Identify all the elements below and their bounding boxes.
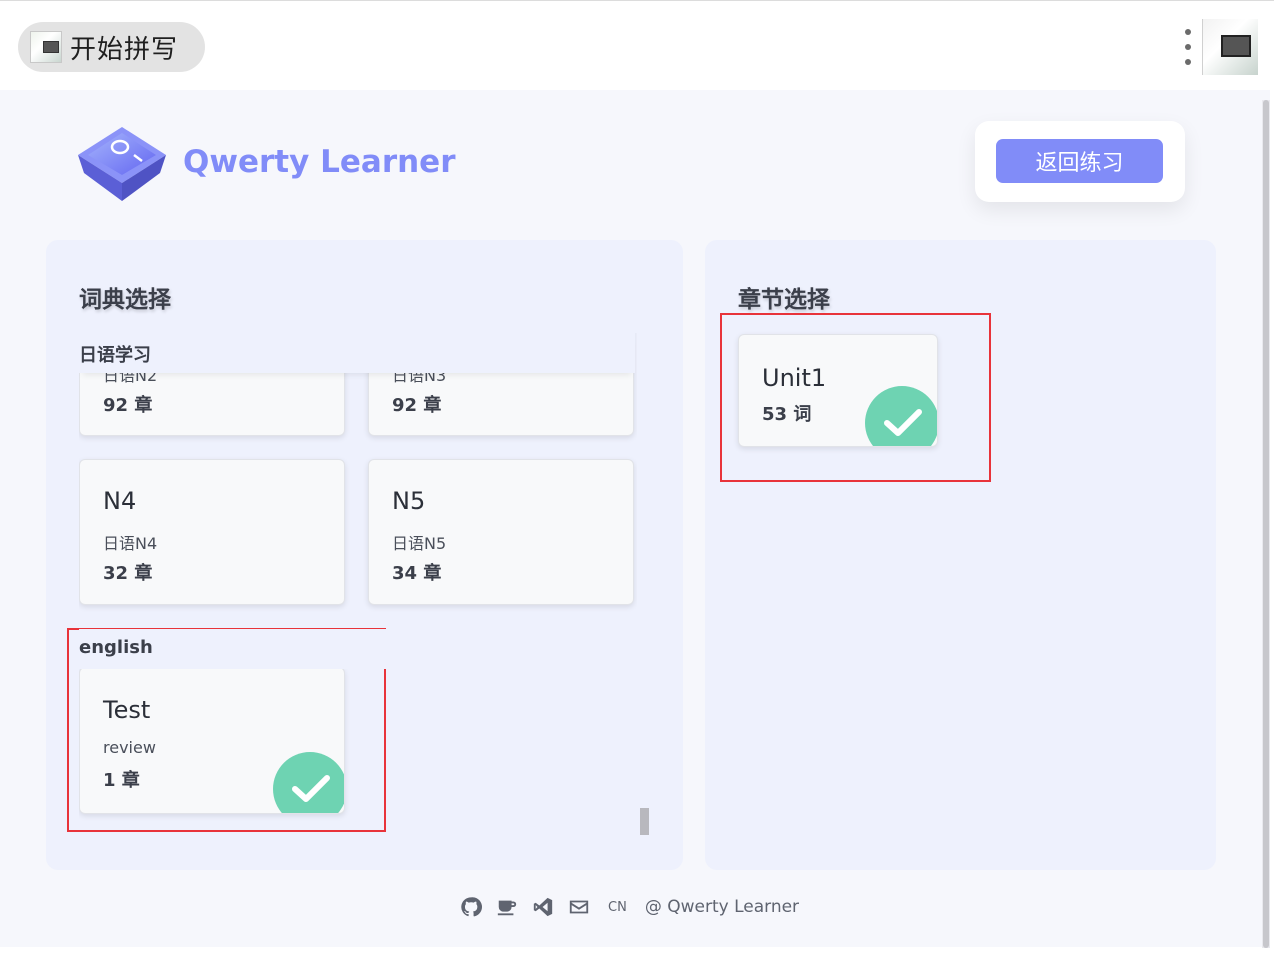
dict-card-name: N4 bbox=[103, 487, 137, 515]
github-icon[interactable] bbox=[460, 896, 482, 918]
group-heading-english: english bbox=[79, 629, 635, 669]
footer-credit[interactable]: @ Qwerty Learner bbox=[645, 897, 799, 917]
selected-check-icon bbox=[865, 386, 937, 446]
chapter-title: 章节选择 bbox=[738, 287, 830, 313]
back-to-practice-button[interactable]: 返回练习 bbox=[996, 139, 1163, 183]
chapter-card-name: Unit1 bbox=[762, 364, 827, 392]
dictionary-panel: 词典选择 日语学习 N2 日语N2 92 章 N3 日语N3 92 章 N4 日… bbox=[46, 240, 683, 870]
chapter-card-unit1[interactable]: Unit1 53 词 bbox=[738, 334, 938, 447]
brand-name: Qwerty Learner bbox=[183, 144, 456, 180]
top-app-bar: 开始拼写 bbox=[0, 0, 1274, 90]
dict-card-desc: 日语N4 bbox=[103, 534, 158, 553]
back-card: 返回练习 bbox=[975, 121, 1185, 202]
dict-card-test[interactable]: Test review 1 章 bbox=[79, 667, 345, 814]
dict-card-n5[interactable]: N5 日语N5 34 章 bbox=[368, 459, 634, 605]
app-tab[interactable]: 开始拼写 bbox=[18, 22, 205, 72]
dict-card-n4[interactable]: N4 日语N4 32 章 bbox=[79, 459, 345, 605]
dict-card-name: N5 bbox=[392, 487, 426, 515]
dictionary-scrollbar[interactable] bbox=[640, 808, 649, 835]
avatar[interactable] bbox=[1202, 19, 1258, 75]
dictionary-title: 词典选择 bbox=[79, 287, 171, 313]
app-thumbnail-icon bbox=[30, 31, 62, 63]
dict-card-count: 34 章 bbox=[392, 563, 442, 584]
dict-card-count: 92 章 bbox=[392, 395, 442, 416]
dict-card-desc: review bbox=[103, 738, 156, 757]
coffee-icon[interactable] bbox=[496, 896, 518, 918]
keycap-logo-icon bbox=[78, 127, 166, 201]
page-scrollbar[interactable] bbox=[1262, 100, 1270, 948]
language-switch[interactable]: CN bbox=[608, 900, 627, 915]
more-options-icon[interactable] bbox=[1180, 29, 1196, 65]
dict-card-count: 1 章 bbox=[103, 770, 140, 791]
app-title: 开始拼写 bbox=[70, 34, 179, 65]
dictionary-list[interactable]: 日语学习 N2 日语N2 92 章 N3 日语N3 92 章 N4 日语N4 3… bbox=[79, 333, 637, 833]
dict-card-count: 92 章 bbox=[103, 395, 153, 416]
dict-card-desc: 日语N5 bbox=[392, 534, 447, 553]
selected-check-icon bbox=[273, 752, 344, 813]
mail-icon[interactable] bbox=[568, 896, 590, 918]
chapter-card-count: 53 词 bbox=[762, 404, 812, 425]
chapter-panel: 章节选择 Unit1 53 词 bbox=[705, 240, 1216, 870]
group-heading-japanese: 日语学习 bbox=[79, 333, 635, 373]
footer: CN @ Qwerty Learner bbox=[460, 893, 799, 921]
vscode-icon[interactable] bbox=[532, 896, 554, 918]
dict-card-count: 32 章 bbox=[103, 563, 153, 584]
dict-card-name: Test bbox=[103, 696, 151, 724]
